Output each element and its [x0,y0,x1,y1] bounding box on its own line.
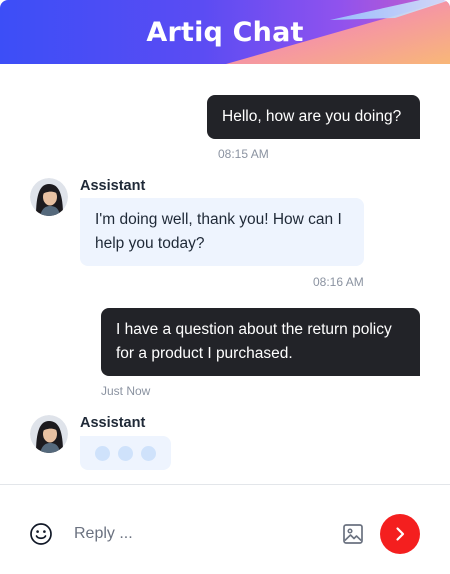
assistant-avatar [30,178,68,216]
smiley-icon [30,523,52,545]
reply-input[interactable] [66,518,332,550]
typing-dot [95,446,110,461]
typing-indicator [80,436,171,470]
incoming-message: I'm doing well, thank you! How can I hel… [80,198,364,266]
outgoing-message: Hello, how are you doing? [207,95,420,139]
app-title: Artiq Chat [146,17,304,48]
message-text: I'm doing well, thank you! How can I hel… [95,211,342,252]
message-text: Hello, how are you doing? [222,108,402,125]
message-timestamp: Just Now [101,384,151,398]
message-text: I have a question about the return polic… [116,321,392,362]
typing-dot [118,446,133,461]
sender-name: Assistant [80,178,146,194]
typing-dot [141,446,156,461]
chat-window: Artiq Chat Hello, how are you doing? 08:… [0,0,450,574]
emoji-button[interactable] [29,522,53,546]
avatar-icon [30,178,68,216]
message-timestamp: 08:16 AM [313,275,364,289]
send-button[interactable] [380,514,420,554]
composer-divider [0,484,450,485]
chevron-right-icon [396,527,405,541]
message-timestamp: 08:15 AM [218,147,269,161]
outgoing-message: I have a question about the return polic… [101,308,420,376]
assistant-avatar [30,415,68,453]
sender-name: Assistant [80,415,146,431]
avatar-icon [30,415,68,453]
image-icon [343,524,363,544]
chat-header: Artiq Chat [0,0,450,64]
attach-image-button[interactable] [341,522,365,546]
